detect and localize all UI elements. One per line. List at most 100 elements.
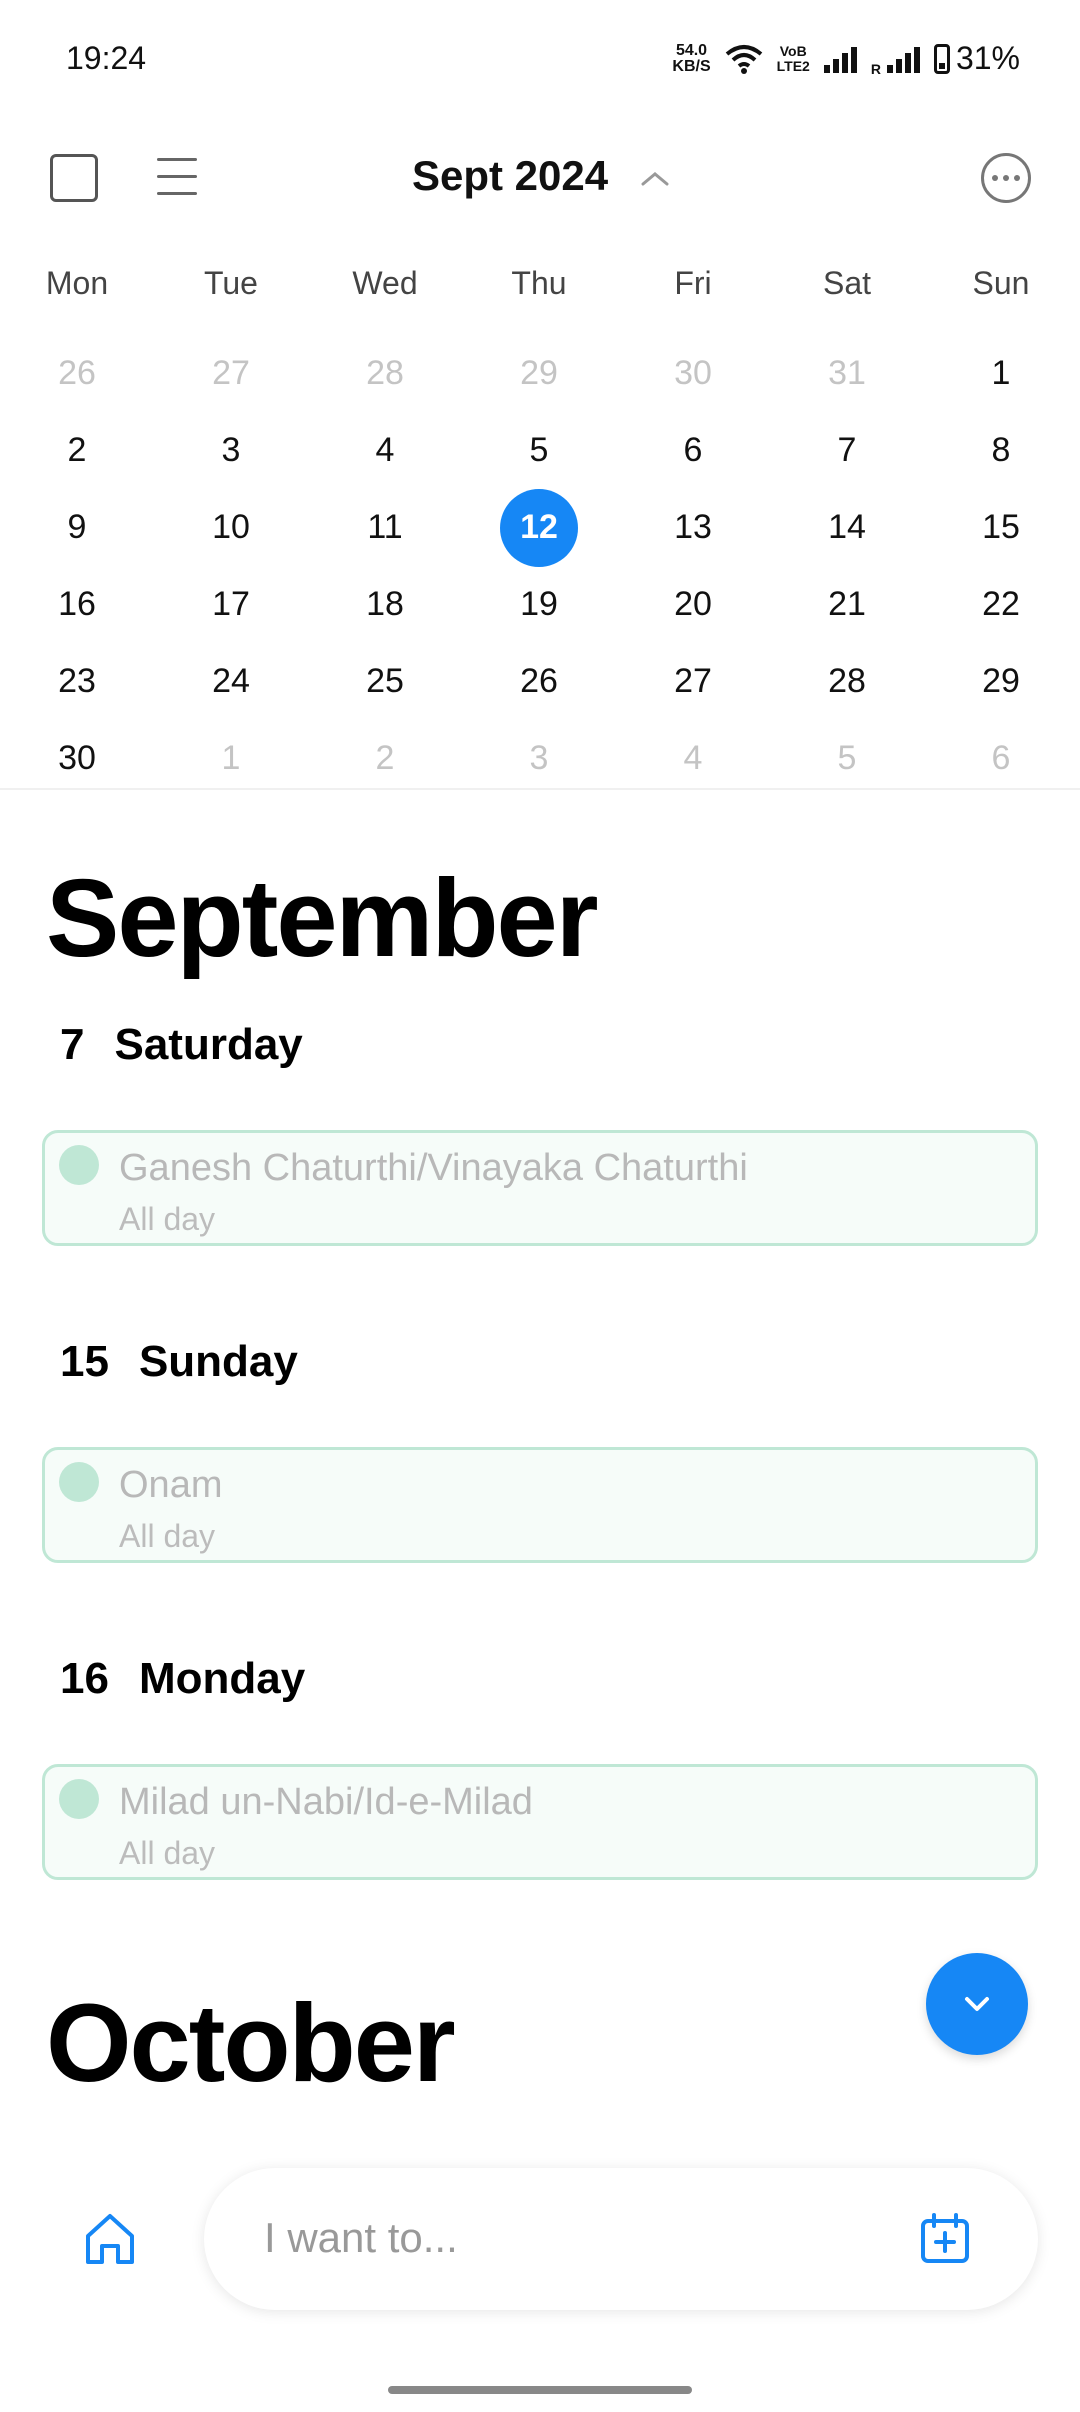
day-cell[interactable]: 11 xyxy=(308,489,462,566)
day-cell[interactable]: 20 xyxy=(616,566,770,643)
day-cell[interactable]: 5 xyxy=(462,412,616,489)
event-time: All day xyxy=(119,1201,216,1237)
day-cell[interactable]: 27 xyxy=(154,335,308,412)
wifi-icon xyxy=(725,44,762,74)
event-card[interactable]: Ganesh Chaturthi/Vinayaka Chaturthi All … xyxy=(42,1130,1038,1246)
day-cell[interactable]: 1 xyxy=(154,720,308,797)
agenda-month-heading: October xyxy=(46,1982,456,2105)
home-icon[interactable] xyxy=(80,2208,140,2268)
agenda-date-heading: 7 Saturday xyxy=(60,1020,303,1070)
day-cell[interactable]: 29 xyxy=(924,643,1078,720)
day-cell[interactable]: 15 xyxy=(924,489,1078,566)
day-cell[interactable]: 6 xyxy=(924,720,1078,797)
day-cell[interactable]: 23 xyxy=(0,643,154,720)
day-cell[interactable]: 28 xyxy=(770,643,924,720)
calendar-add-icon[interactable] xyxy=(918,2212,972,2266)
event-title: Ganesh Chaturthi/Vinayaka Chaturthi xyxy=(119,1147,748,1189)
day-cell[interactable]: 29 xyxy=(462,335,616,412)
day-cell[interactable]: 26 xyxy=(0,335,154,412)
network-speed: 54.0 KB/S xyxy=(672,41,711,75)
chevron-up-icon[interactable] xyxy=(640,164,670,194)
square-icon[interactable] xyxy=(50,154,98,202)
weekday-header: Mon Tue Wed Thu Fri Sat Sun xyxy=(0,265,1080,315)
day-cell[interactable]: 9 xyxy=(0,489,154,566)
menu-icon[interactable] xyxy=(157,158,197,198)
weekday-sun: Sun xyxy=(972,265,1030,301)
day-cell[interactable]: 3 xyxy=(154,412,308,489)
event-color-dot xyxy=(59,1145,99,1185)
today-marker: 12 xyxy=(500,488,578,567)
agenda-date-heading: 15 Sunday xyxy=(60,1337,298,1387)
calendar-toolbar: Sept 2024 xyxy=(0,140,1080,220)
day-cell[interactable]: 13 xyxy=(616,489,770,566)
event-title: Onam xyxy=(119,1464,223,1506)
day-cell[interactable]: 5 xyxy=(770,720,924,797)
status-time: 19:24 xyxy=(66,40,147,76)
date-number: 7 xyxy=(60,1020,85,1069)
month-title[interactable]: Sept 2024 xyxy=(412,152,608,200)
day-cell[interactable]: 2 xyxy=(0,412,154,489)
signal-icon-1 xyxy=(823,45,857,73)
day-cell[interactable]: 17 xyxy=(154,566,308,643)
day-cell[interactable]: 16 xyxy=(0,566,154,643)
day-cell[interactable]: 7 xyxy=(770,412,924,489)
status-bar: 19:24 54.0 KB/S VoB LTE2 R 31% xyxy=(0,0,1080,120)
date-weekday: Monday xyxy=(138,1654,306,1703)
day-cell[interactable]: 14 xyxy=(770,489,924,566)
day-cell[interactable]: 10 xyxy=(154,489,308,566)
battery-icon xyxy=(933,43,950,74)
signal-icon-2 xyxy=(886,45,920,73)
day-cell[interactable]: 24 xyxy=(154,643,308,720)
day-cell[interactable]: 22 xyxy=(924,566,1078,643)
day-cell-today[interactable]: 12 xyxy=(462,488,616,567)
day-cell[interactable]: 30 xyxy=(616,335,770,412)
day-cell[interactable]: 1 xyxy=(924,335,1078,412)
week-row: 16 17 18 19 20 21 22 xyxy=(0,566,1080,643)
week-row: 30 1 2 3 4 5 6 xyxy=(0,720,1080,797)
week-row: 2 3 4 5 6 7 8 xyxy=(0,412,1080,489)
day-cell[interactable]: 3 xyxy=(462,720,616,797)
week-row: 26 27 28 29 30 31 1 xyxy=(0,335,1080,412)
day-cell[interactable]: 25 xyxy=(308,643,462,720)
month-grid: 26 27 28 29 30 31 1 2 3 4 5 6 7 8 9 10 1… xyxy=(0,335,1080,797)
day-cell[interactable]: 6 xyxy=(616,412,770,489)
battery-percent: 31% xyxy=(955,40,1020,76)
weekday-sat: Sat xyxy=(822,265,872,301)
date-weekday: Sunday xyxy=(138,1337,298,1386)
day-cell[interactable]: 19 xyxy=(462,566,616,643)
weekday-mon: Mon xyxy=(45,265,109,301)
more-options-button[interactable] xyxy=(981,153,1031,203)
event-card[interactable]: Milad un-Nabi/Id-e-Milad All day xyxy=(42,1764,1038,1880)
gesture-home-indicator[interactable] xyxy=(388,2386,692,2394)
event-card[interactable]: Onam All day xyxy=(42,1447,1038,1563)
day-cell[interactable]: 31 xyxy=(770,335,924,412)
event-color-dot xyxy=(59,1462,99,1502)
day-cell[interactable]: 4 xyxy=(308,412,462,489)
event-title: Milad un-Nabi/Id-e-Milad xyxy=(119,1781,533,1823)
chevron-down-icon xyxy=(965,1997,989,2011)
day-cell[interactable]: 8 xyxy=(924,412,1078,489)
event-color-dot xyxy=(59,1779,99,1819)
volte-icon: VoB LTE2 xyxy=(776,42,810,74)
quick-add-placeholder: I want to... xyxy=(264,2214,458,2261)
day-cell[interactable]: 30 xyxy=(0,720,154,797)
quick-add-input[interactable]: I want to... xyxy=(204,2168,1038,2310)
date-number: 15 xyxy=(60,1337,109,1386)
day-cell[interactable]: 2 xyxy=(308,720,462,797)
day-cell[interactable]: 21 xyxy=(770,566,924,643)
day-cell[interactable]: 4 xyxy=(616,720,770,797)
day-cell[interactable]: 28 xyxy=(308,335,462,412)
calendar-divider xyxy=(0,788,1080,790)
week-row: 9 10 11 12 13 14 15 xyxy=(0,488,1080,567)
day-cell[interactable]: 18 xyxy=(308,566,462,643)
weekday-wed: Wed xyxy=(352,265,418,301)
agenda-month-heading: September xyxy=(46,857,599,980)
date-weekday: Saturday xyxy=(114,1020,303,1069)
weekday-fri: Fri xyxy=(674,265,712,301)
day-cell[interactable]: 27 xyxy=(616,643,770,720)
scroll-down-button[interactable] xyxy=(926,1953,1028,2055)
day-cell[interactable]: 26 xyxy=(462,643,616,720)
date-number: 16 xyxy=(60,1654,109,1703)
weekday-thu: Thu xyxy=(511,265,567,301)
weekday-tue: Tue xyxy=(204,265,258,301)
